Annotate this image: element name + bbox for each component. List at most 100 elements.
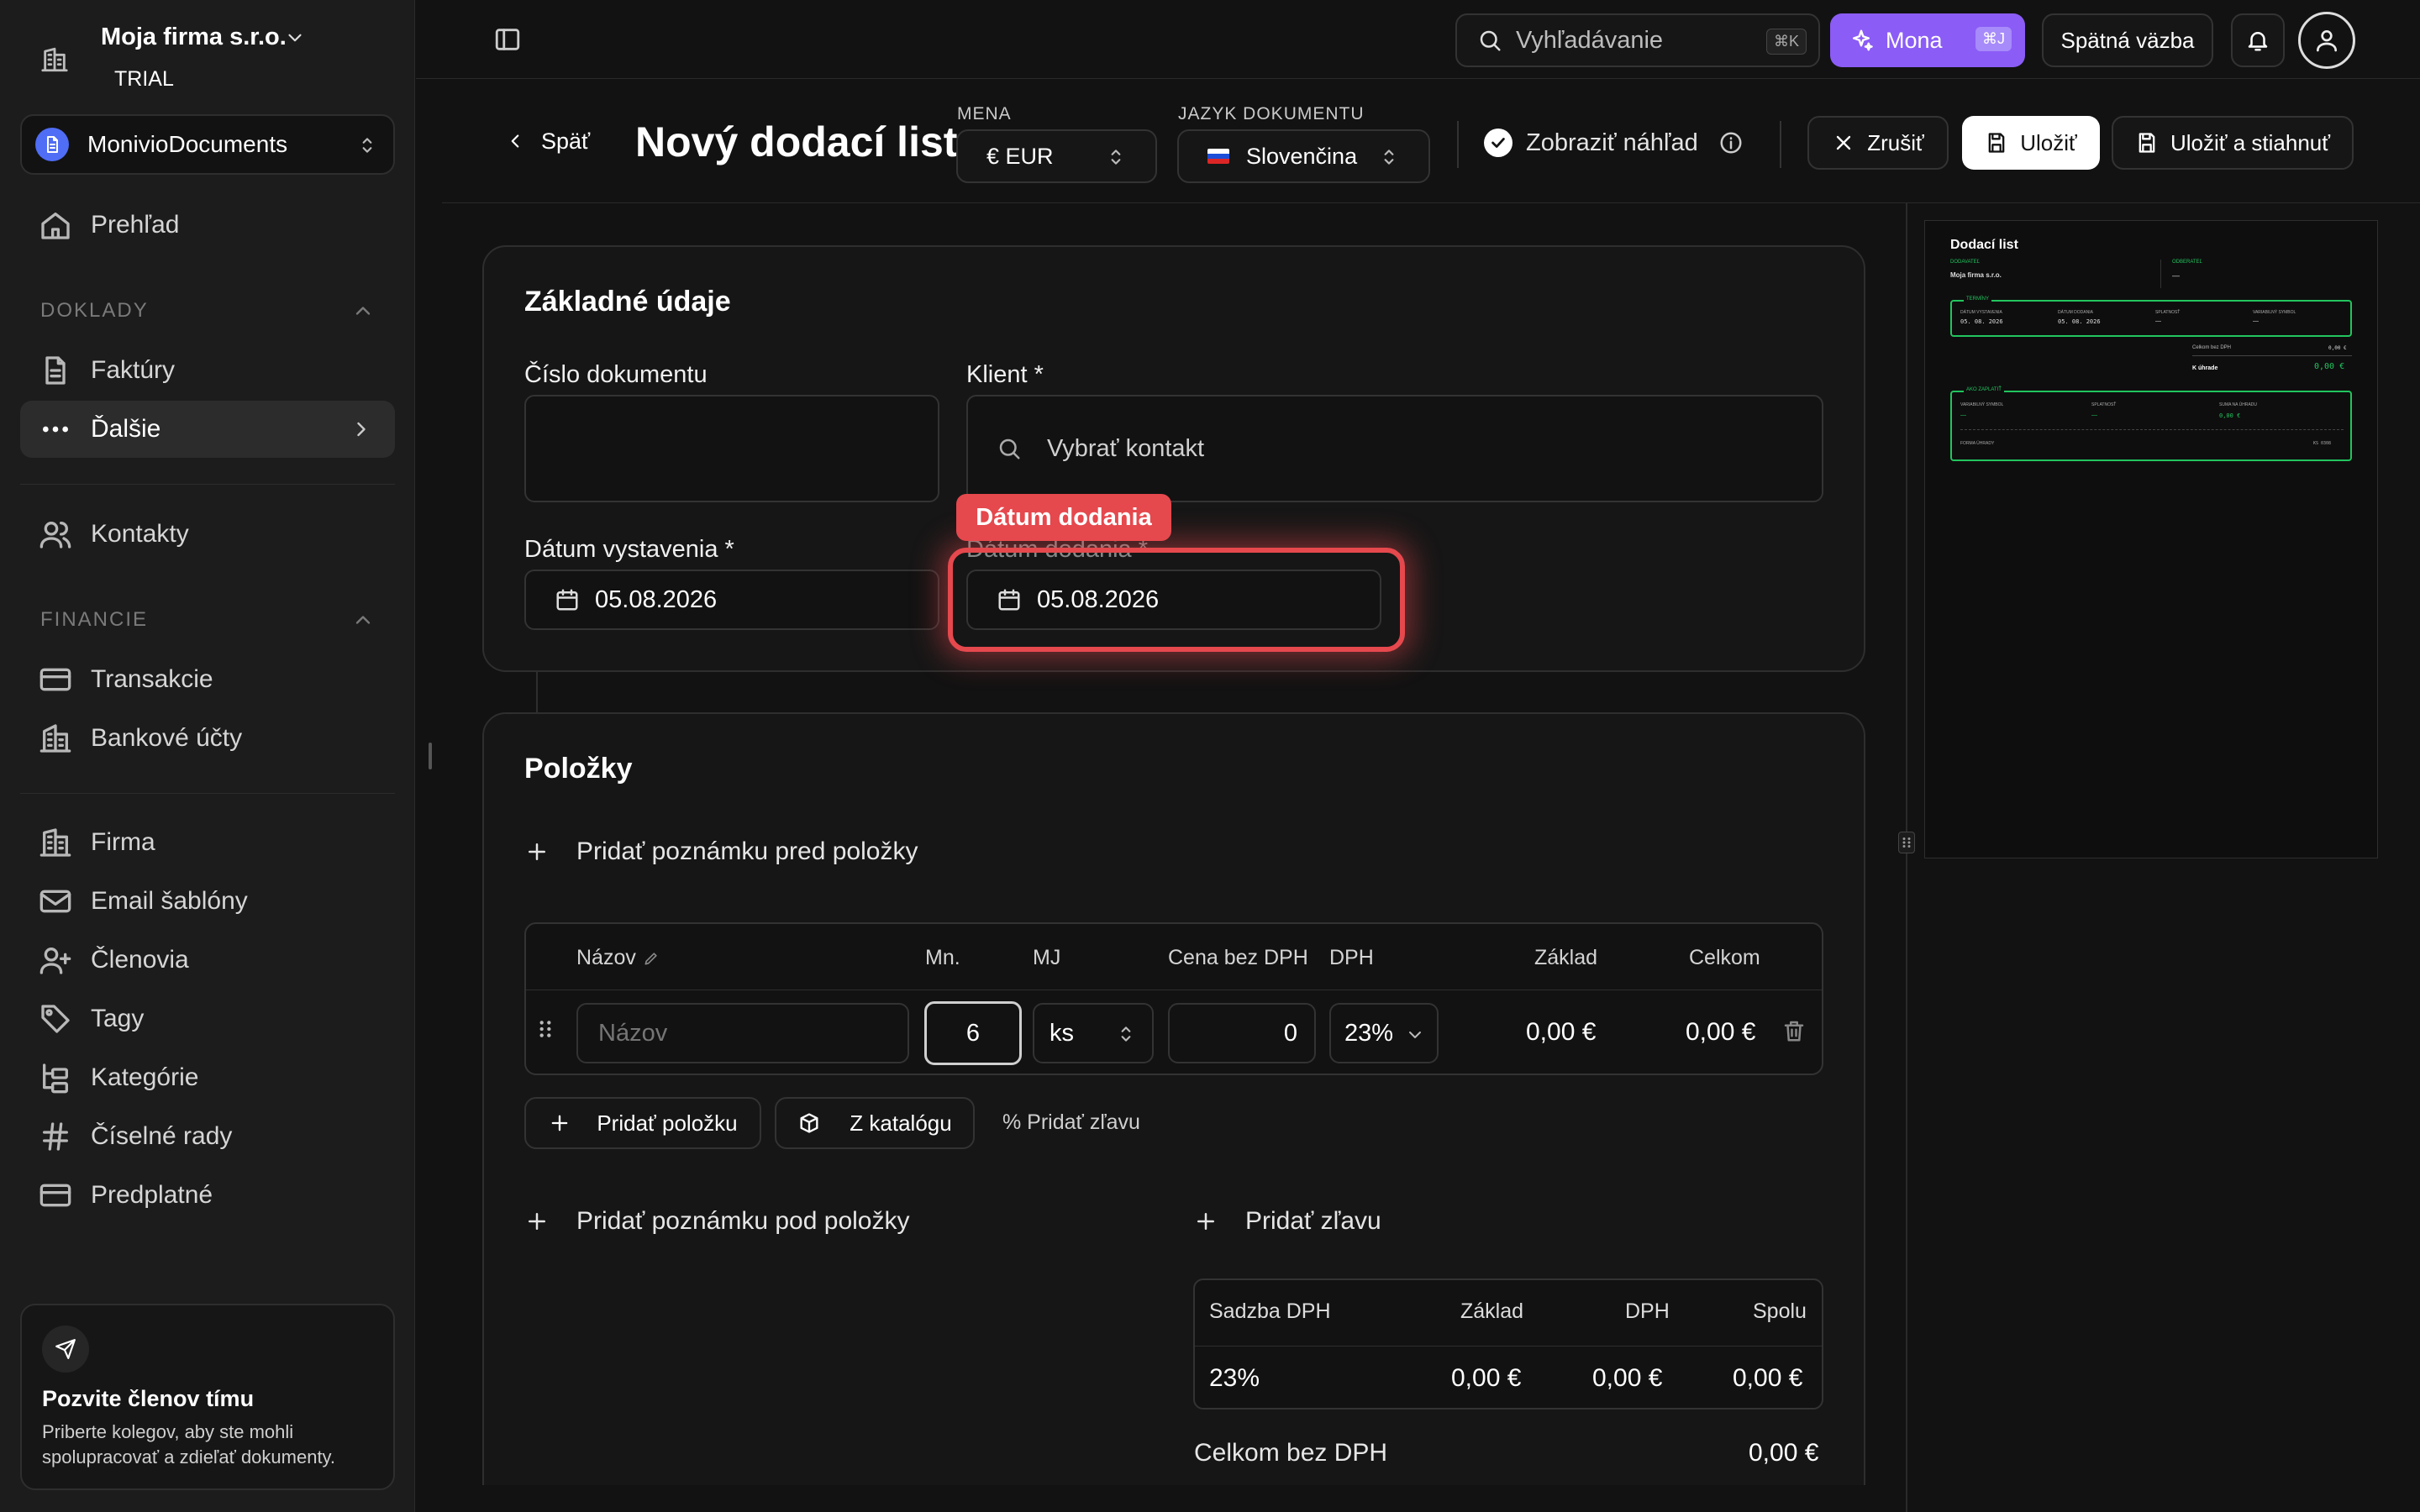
preview-resize-handle[interactable] [1898,832,1915,853]
info-icon[interactable] [1718,130,1744,155]
preview-toggle[interactable]: Zobraziť náhľad [1484,126,1744,160]
profile-button[interactable] [2298,12,2355,69]
add-item-button[interactable]: Pridať položku [524,1097,761,1149]
invite-card[interactable]: Pozvite členov tímu Priberte kolegov, ab… [20,1304,395,1490]
language-select[interactable]: Slovenčina [1177,129,1430,183]
chevron-up-icon[interactable] [351,608,375,632]
from-catalog-button[interactable]: Z katalógu [775,1097,975,1149]
vat-row-total: 0,00 € [1733,1364,1803,1392]
add-discount-button[interactable]: Pridať zľavu [1193,1205,1381,1238]
item-name-input[interactable] [576,1003,909,1063]
item-vat-value: 23% [1344,1019,1394,1047]
sidebar-item-invoices[interactable]: Faktúry [20,342,395,399]
page-title: Nový dodací list [635,118,958,165]
preview-issue: 05. 08. 2026 [1960,318,2003,325]
sidebar-item-transactions[interactable]: Transakcie [20,651,395,708]
sidebar-item-categories[interactable]: Kategórie [20,1049,395,1106]
plus-icon [1193,1209,1218,1234]
ai-label: Mona [1886,27,1943,53]
add-note-after-button[interactable]: Pridať poznámku pod položky [524,1205,909,1238]
more-dots-icon [39,412,72,446]
topbar: Vyhľadávanie ⌘K Mona ⌘J Spätná väzba [416,0,2420,79]
back-link[interactable]: Späť [504,124,590,158]
chevron-up-icon[interactable] [351,299,375,323]
drag-handle-icon[interactable] [534,1016,556,1042]
save-button[interactable]: Uložiť [1962,116,2100,170]
preview-due: — [2155,318,2161,324]
sidebar-resize-handle[interactable] [429,743,432,769]
feedback-button[interactable]: Spätná väzba [2042,13,2213,67]
sidebar-item-more[interactable]: Ďalšie [20,401,395,458]
sidebar-item-number-series[interactable]: Číselné rady [20,1108,395,1165]
sidebar-item-tags[interactable]: Tagy [20,990,395,1047]
sidebar-item-label: Predplatné [91,1181,213,1209]
save-download-button[interactable]: Uložiť a stiahnuť [2112,116,2354,170]
sidebar-item-members[interactable]: Členovia [20,932,395,989]
close-icon [1832,131,1855,155]
language-value: Slovenčina [1246,143,1358,169]
sidebar-item-email-templates[interactable]: Email šablóny [20,873,395,930]
save-download-label: Uložiť a stiahnuť [2170,129,2331,155]
building-icon [40,45,69,74]
workspace-switcher[interactable]: MonivioDocuments [20,114,395,175]
add-note-before-button[interactable]: Pridať poznámku pred položky [524,835,918,869]
trash-icon[interactable] [1781,1018,1807,1043]
sidebar-item-subscription[interactable]: Predplatné [20,1167,395,1224]
item-price-input[interactable]: 0 [1168,1003,1316,1063]
preview-supplier: Moja firma s.r.o. [1950,271,2002,279]
ai-assistant-button[interactable]: Mona ⌘J [1830,13,2025,67]
preview-toggle-label: Zobraziť náhľad [1526,129,1698,156]
total-no-vat-value: 0,00 € [1749,1439,1819,1467]
sidebar-item-company[interactable]: Firma [20,814,395,871]
sidebar: Moja firma s.r.o. TRIAL MonivioDocuments… [0,0,415,1512]
sidebar-item-label: Bankové účty [91,724,243,752]
add-note-before-label: Pridať poznámku pred položky [576,837,918,865]
company-switcher[interactable]: Moja firma s.r.o. TRIAL [34,20,319,96]
col-base: Základ [1534,946,1598,969]
notifications-button[interactable] [2231,13,2285,67]
preview-total-no-vat-label: Celkom bez DPH [2192,345,2232,350]
connector-line [536,672,538,712]
col-vat: DPH [1329,946,1374,969]
delivery-date-value: 05.08.2026 [1037,585,1160,613]
sidebar-item-label: Tagy [91,1005,145,1032]
preview-pay-due: — [2091,412,2097,418]
sidebar-item-overview[interactable]: Prehľad [20,197,395,254]
chevron-left-icon [504,130,526,152]
sidebar-item-label: Faktúry [91,356,176,384]
sidebar-toggle-icon[interactable] [493,25,522,54]
item-qty-input[interactable]: 6 [924,1001,1022,1065]
preview-total-line [2192,355,2352,356]
item-unit-value: ks [1050,1019,1074,1047]
preview-payment-form-label: FORMA ÚHRADY [1960,441,1995,446]
add-discount-link[interactable]: % Pridať zľavu [1002,1110,1140,1135]
cancel-button[interactable]: Zrušiť [1807,116,1949,170]
currency-select[interactable]: € EUR [956,129,1157,183]
client-select[interactable]: Vybrať kontakt [966,395,1823,502]
user-plus-icon [39,943,72,977]
file-text-icon [39,354,72,387]
hash-icon [39,1120,72,1153]
pencil-icon[interactable] [643,950,660,967]
document-app-icon [35,128,69,161]
slovak-flag-icon [1207,149,1229,164]
delivery-date-input[interactable]: 05.08.2026 [966,570,1381,630]
document-preview[interactable]: Dodací list DODAVATEĽ Moja firma s.r.o. … [1924,220,2378,858]
content-fade [442,1485,1906,1512]
plus-icon [548,1111,571,1135]
preview-vs: — [2253,318,2259,324]
sparkles-icon [1849,28,1874,53]
issue-date-input[interactable]: 05.08.2026 [524,570,939,630]
tag-icon [39,1002,72,1036]
workspace-name: MonivioDocuments [87,131,288,157]
preview-payment-box: AKO ZAPLATIŤ VARIABILNÝ SYMBOL — SPLATNO… [1950,387,2352,461]
item-unit-select[interactable]: ks [1033,1003,1154,1063]
item-vat-select[interactable]: 23% [1329,1003,1439,1063]
sidebar-item-contacts[interactable]: Kontakty [20,506,395,563]
vat-summary-divider [1195,1346,1822,1347]
doc-number-input[interactable] [524,395,939,502]
item-price-value: 0 [1283,1019,1297,1047]
sidebar-item-bank-accounts[interactable]: Bankové účty [20,710,395,767]
vat-row-base: 0,00 € [1451,1364,1522,1392]
search-box[interactable]: Vyhľadávanie ⌘K [1455,13,1820,67]
